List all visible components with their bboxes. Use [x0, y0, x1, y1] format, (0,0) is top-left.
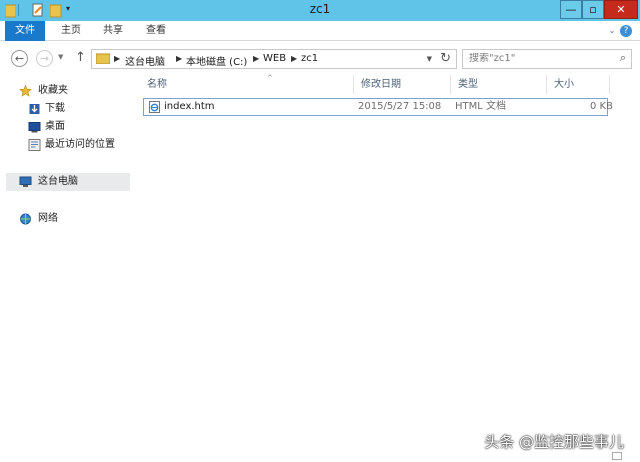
breadcrumb-separator-icon[interactable]: ▶	[114, 54, 120, 63]
sidebar-item-network[interactable]: 网络	[19, 210, 129, 228]
file-list: 名称 ^ 修改日期 类型 大小 index.htm 2015/5/27 15:0…	[140, 74, 640, 462]
title-bar: ▾ zc1 — ▫ ✕	[0, 0, 640, 21]
breadcrumb-this-pc[interactable]: 这台电脑	[125, 53, 165, 68]
minimize-icon: —	[565, 3, 577, 16]
breadcrumb-web[interactable]: WEB	[263, 53, 286, 64]
tab-file[interactable]: 文件	[5, 21, 45, 41]
up-button[interactable]: ↑	[75, 50, 86, 65]
breadcrumb-local-disk[interactable]: 本地磁盘 (C:)	[186, 53, 247, 68]
search-input[interactable]	[469, 53, 609, 64]
search-box[interactable]: ⌕	[462, 49, 632, 69]
desktop-icon	[28, 122, 41, 133]
column-header-name[interactable]: 名称 ^	[140, 74, 354, 94]
recent-locations-icon[interactable]: ▼	[58, 53, 63, 61]
navigation-bar: ← → ▼ ↑ ▶ 这台电脑 ▶ 本地磁盘 (C:) ▶ WEB ▶ zc1 ▼…	[0, 41, 640, 75]
star-icon	[19, 85, 32, 97]
forward-icon: →	[39, 52, 50, 65]
expand-ribbon-icon[interactable]: ⌄	[606, 25, 618, 37]
html-file-icon	[149, 101, 160, 113]
maximize-icon: ▫	[589, 3, 597, 16]
file-name: index.htm	[164, 101, 215, 112]
up-arrow-icon: ↑	[75, 50, 86, 65]
file-size: 0 KB	[590, 101, 613, 112]
breadcrumb-separator-icon[interactable]: ▶	[291, 54, 297, 63]
file-type: HTML 文档	[455, 101, 507, 112]
column-header-label: 类型	[458, 79, 478, 90]
refresh-icon[interactable]: ↻	[440, 51, 451, 66]
sidebar-item-downloads[interactable]: 下载	[28, 100, 128, 118]
computer-icon	[19, 176, 32, 187]
window-title: zc1	[309, 2, 331, 16]
network-icon	[20, 213, 31, 225]
close-button[interactable]: ✕	[604, 0, 638, 19]
close-icon: ✕	[616, 3, 626, 16]
minimize-button[interactable]: —	[560, 0, 582, 19]
search-icon[interactable]: ⌕	[620, 51, 626, 65]
column-header-label: 修改日期	[361, 79, 401, 90]
tab-home[interactable]: 主页	[52, 21, 90, 41]
sidebar-item-favorites[interactable]: 收藏夹	[19, 82, 129, 100]
sort-ascending-icon: ^	[267, 74, 273, 82]
column-header-type[interactable]: 类型	[451, 75, 547, 94]
file-modified: 2015/5/27 15:08	[358, 101, 442, 112]
back-button[interactable]: ←	[11, 50, 28, 67]
downloads-icon	[29, 104, 40, 114]
watermark: 头条 @监控那些事儿	[484, 433, 624, 451]
tab-share[interactable]: 共享	[94, 21, 132, 41]
sidebar-item-label: 最近访问的位置	[45, 139, 115, 150]
maximize-button[interactable]: ▫	[582, 0, 604, 19]
forward-button[interactable]: →	[36, 50, 53, 67]
breadcrumb-separator-icon[interactable]: ▶	[176, 54, 182, 63]
table-row[interactable]: index.htm 2015/5/27 15:08 HTML 文档 0 KB	[143, 98, 613, 116]
sidebar-item-label: 桌面	[45, 121, 65, 132]
tab-view[interactable]: 查看	[137, 21, 175, 41]
sidebar-item-this-pc[interactable]: 这台电脑	[6, 173, 130, 191]
column-header-label: 大小	[554, 79, 574, 90]
column-header-label: 名称	[147, 79, 167, 90]
sidebar-item-label: 这台电脑	[38, 176, 78, 187]
navigation-pane: 收藏夹 下载 桌面 最近访问的位置 这台电脑 网络	[0, 75, 132, 462]
breadcrumb-zc1[interactable]: zc1	[301, 53, 318, 64]
recent-places-icon	[28, 139, 41, 151]
breadcrumb-separator-icon[interactable]: ▶	[253, 54, 259, 63]
sidebar-item-recent-places[interactable]: 最近访问的位置	[28, 136, 128, 154]
sidebar-item-desktop[interactable]: 桌面	[28, 118, 128, 136]
details-view-icon[interactable]	[612, 452, 622, 460]
sidebar-item-label: 下载	[45, 103, 65, 114]
address-history-icon[interactable]: ▼	[427, 55, 432, 63]
help-icon[interactable]: ?	[620, 25, 632, 37]
folder-icon	[96, 53, 110, 64]
column-header-size[interactable]: 大小	[547, 75, 610, 94]
column-header-modified[interactable]: 修改日期	[354, 75, 451, 94]
sidebar-item-label: 收藏夹	[38, 85, 68, 96]
sidebar-item-label: 网络	[38, 213, 58, 224]
back-icon: ←	[14, 52, 25, 65]
address-bar[interactable]: ▶ 这台电脑 ▶ 本地磁盘 (C:) ▶ WEB ▶ zc1 ▼ ↻	[91, 49, 457, 69]
ribbon: 文件 主页 共享 查看 ⌄ ?	[0, 21, 640, 41]
